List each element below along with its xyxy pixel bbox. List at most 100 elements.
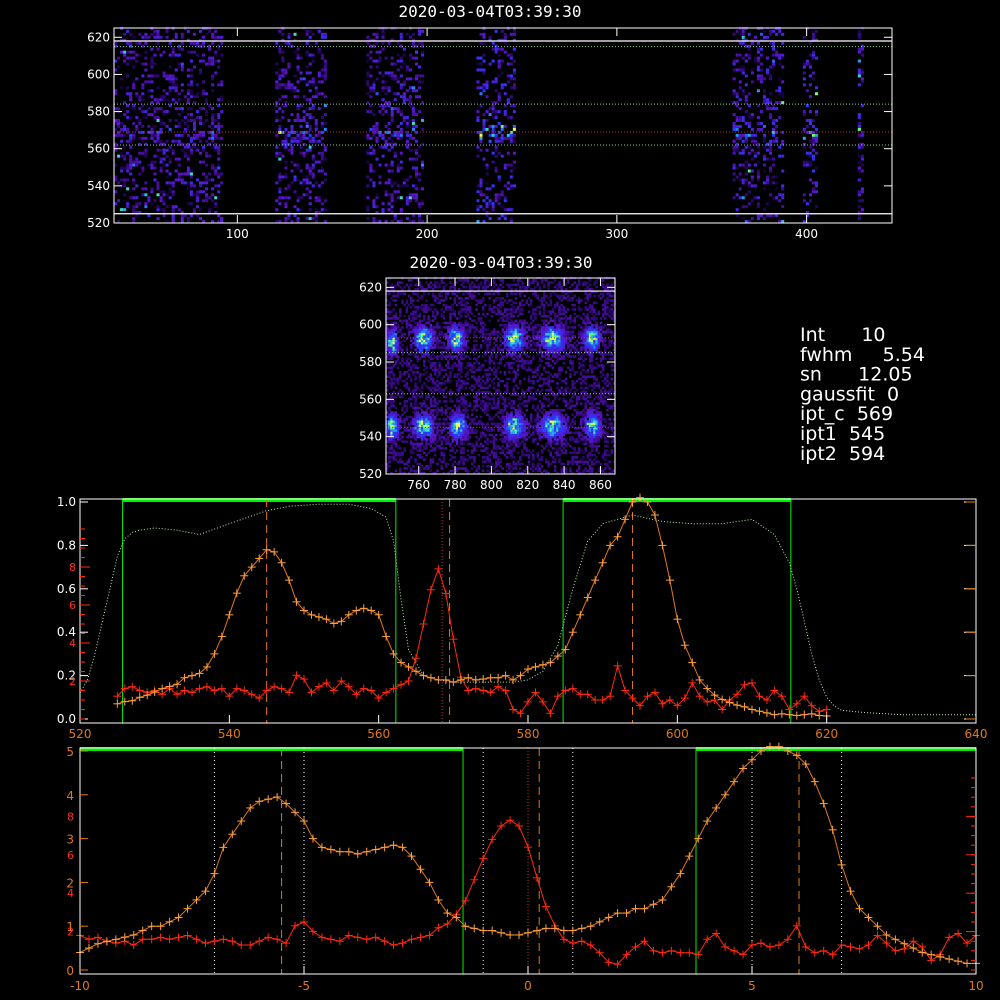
heatmap-pixel: [433, 283, 437, 287]
heatmap-pixel: [440, 440, 444, 443]
heatmap-pixel: [290, 136, 294, 140]
heatmap-pixel: [401, 373, 404, 376]
heatmap-pixel: [447, 406, 450, 410]
heatmap-pixel: [405, 308, 409, 311]
heatmap-pixel: [455, 422, 459, 426]
heatmap-pixel: [153, 124, 157, 128]
heatmap-pixel: [477, 319, 481, 322]
heatmap-pixel: [488, 113, 492, 117]
heatmap-pixel: [451, 420, 454, 423]
heatmap-pixel: [436, 422, 439, 426]
heatmap-pixel: [180, 47, 184, 51]
heatmap-pixel: [399, 395, 402, 399]
heatmap-pixel: [477, 438, 481, 441]
heatmap-pixel: [473, 377, 476, 381]
heatmap-pixel: [808, 95, 812, 99]
heatmap-pixel: [766, 175, 770, 179]
heatmap-pixel: [409, 379, 413, 383]
heatmap-pixel: [512, 406, 515, 410]
heatmap-pixel: [433, 314, 437, 318]
heatmap-pixel: [394, 429, 398, 432]
heatmap-pixel: [388, 310, 391, 314]
heatmap-pixel: [401, 288, 404, 291]
heatmap-pixel: [802, 193, 806, 197]
heatmap-pixel: [457, 346, 461, 349]
heatmap-pixel: [290, 139, 294, 143]
heatmap-pixel: [453, 332, 457, 336]
heatmap-pixel: [475, 368, 478, 372]
heatmap-pixel: [390, 56, 394, 60]
heatmap-pixel: [183, 154, 187, 158]
heatmap-pixel: [290, 127, 294, 131]
heatmap-pixel: [217, 65, 221, 69]
heatmap-pixel: [183, 145, 187, 149]
heatmap-pixel: [425, 444, 428, 448]
heatmap-pixel: [438, 433, 441, 437]
heatmap-pixel: [180, 172, 184, 176]
heatmap-pixel: [460, 456, 463, 459]
heatmap-pixel: [366, 71, 370, 75]
heatmap-pixel: [481, 431, 485, 434]
heatmap-pixel: [427, 406, 430, 410]
heatmap-pixel: [468, 292, 472, 296]
heatmap-pixel: [396, 163, 400, 167]
heatmap-pixel: [405, 68, 409, 72]
heatmap-pixel: [384, 92, 388, 96]
heatmap-pixel: [311, 172, 315, 176]
heatmap-pixel: [305, 98, 309, 102]
heatmap-pixel: [453, 422, 457, 426]
heatmap-pixel: [150, 190, 154, 194]
heatmap-pixel: [857, 116, 861, 119]
heatmap-pixel: [411, 41, 415, 45]
heatmap-pixel: [416, 288, 420, 291]
heatmap-pixel: [396, 294, 400, 298]
heatmap-pixel: [508, 344, 511, 347]
heatmap-pixel: [490, 451, 494, 455]
heatmap-pixel: [505, 301, 509, 305]
heatmap-pixel: [778, 92, 782, 96]
heatmap-pixel: [290, 145, 294, 149]
heatmap-pixel: [202, 172, 206, 176]
heatmap-pixel: [744, 95, 748, 99]
heatmap-pixel: [451, 326, 454, 329]
heatmap-pixel: [126, 41, 130, 45]
heatmap-pixel: [431, 294, 435, 298]
heatmap-pixel: [396, 357, 400, 361]
heatmap-pixel: [473, 449, 476, 452]
heatmap-pixel: [488, 460, 491, 464]
heatmap-pixel: [409, 319, 413, 322]
heatmap-pixel: [177, 163, 181, 167]
heatmap-pixel: [390, 438, 393, 441]
heatmap-pixel: [396, 59, 400, 63]
heatmap-pixel: [440, 299, 444, 302]
heatmap-pixel: [449, 314, 452, 318]
heatmap-pixel: [217, 121, 221, 125]
heatmap-pixel: [516, 366, 520, 370]
heatmap-pixel: [759, 214, 763, 218]
heatmap-pixel: [174, 35, 178, 39]
heatmap-pixel: [387, 89, 391, 93]
heatmap-pixel: [492, 447, 496, 450]
heatmap-pixel: [168, 181, 172, 185]
heatmap-pixel: [738, 53, 742, 57]
heatmap-pixel: [772, 29, 776, 33]
heatmap-pixel: [510, 330, 513, 334]
heatmap-pixel: [457, 460, 461, 464]
heatmap-pixel: [516, 451, 520, 455]
heatmap-pixel: [384, 71, 388, 75]
heatmap-pixel: [189, 139, 193, 143]
heatmap-pixel: [402, 80, 406, 84]
heatmap-pixel: [750, 178, 754, 182]
heatmap-pixel: [394, 326, 398, 329]
heatmap-pixel: [208, 29, 212, 33]
heatmap-pixel: [305, 151, 309, 155]
heatmap-pixel: [479, 133, 483, 137]
heatmap-pixel: [497, 178, 501, 182]
heatmap-pixel: [150, 95, 154, 99]
heatmap-pixel: [747, 32, 751, 36]
heatmap-pixel: [171, 80, 175, 84]
heatmap-pixel: [314, 217, 318, 221]
heatmap-pixel: [440, 308, 444, 311]
heatmap-pixel: [323, 178, 327, 182]
heatmap-pixel: [421, 29, 425, 33]
